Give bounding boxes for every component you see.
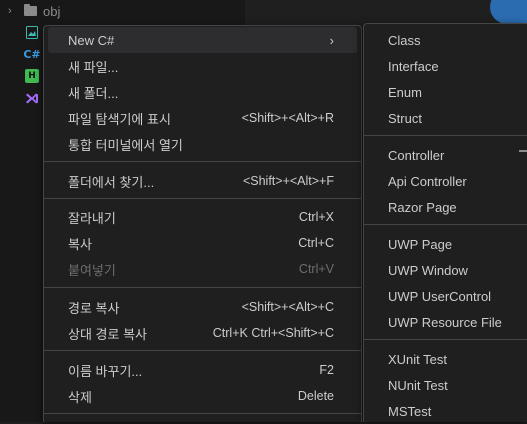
menu-item-reveal-in-explorer[interactable]: 파일 탐색기에 표시 <Shift>+<Alt>+R (48, 105, 357, 131)
shortcut-label: <Shift>+<Alt>+C (241, 300, 334, 314)
menu-separator (44, 161, 361, 162)
menu-separator (44, 198, 361, 199)
menu-item-label: 새 폴더... (68, 85, 119, 101)
menu-item-rename[interactable]: 이름 바꾸기... F2 (48, 357, 357, 383)
menu-separator (44, 350, 361, 351)
submenu-item-controller[interactable]: Controller (388, 142, 444, 168)
submenu-item-mstest[interactable]: MSTest (388, 398, 431, 424)
menu-item-label: 삭제 (68, 389, 92, 405)
shortcut-label: Ctrl+C (298, 236, 334, 250)
menu-item-label: 복사 (68, 236, 92, 252)
submenu-item-enum[interactable]: Enum (388, 79, 422, 105)
submenu-item-nunit-test[interactable]: NUnit Test (388, 372, 448, 398)
menu-item-label: 이름 바꾸기... (68, 363, 143, 379)
shortcut-label: Ctrl+V (298, 262, 334, 276)
context-menu: New C# › 새 파일... 새 폴더... 파일 탐색기에 표시 <Shi… (43, 25, 362, 422)
menu-item-find-in-folder[interactable]: 폴더에서 찾기... <Shift>+<Alt>+F (48, 168, 357, 194)
menu-item-copy[interactable]: 복사 Ctrl+C (48, 230, 357, 256)
menu-item-copy-path[interactable]: 경로 복사 <Shift>+<Alt>+C (48, 294, 357, 320)
shortcut-label: Ctrl+K Ctrl+<Shift>+C (212, 326, 334, 340)
folder-icon (24, 4, 37, 16)
menu-item-label: 폴더에서 찾기... (68, 174, 155, 190)
submenu-item-razor-page[interactable]: Razor Page (388, 194, 457, 220)
submenu-item-struct[interactable]: Struct (388, 105, 422, 131)
menu-item-label: 파일 탐색기에 표시 (68, 111, 171, 127)
submenu-item-api-controller[interactable]: Api Controller (388, 168, 467, 194)
shortcut-label: Delete (297, 389, 334, 403)
menu-item-label: 통합 터미널에서 열기 (68, 137, 183, 153)
menu-separator (364, 339, 527, 340)
menu-item-label: New C# (68, 32, 115, 48)
tree-item-label: obj (43, 3, 61, 19)
chevron-right-icon: › (329, 32, 334, 48)
visual-studio-icon[interactable] (25, 91, 39, 105)
menu-item-cut[interactable]: 잘라내기 Ctrl+X (48, 204, 357, 230)
menu-item-label: 잘라내기 (68, 210, 116, 226)
submenu-new-csharp: Class Interface Enum Struct Controller A… (363, 23, 527, 422)
submenu-item-uwp-page[interactable]: UWP Page (388, 231, 452, 257)
submenu-item-xunit-test[interactable]: XUnit Test (388, 346, 447, 372)
menu-item-new-csharp[interactable]: New C# › (48, 27, 357, 53)
menu-item-new-file[interactable]: 새 파일... (48, 53, 357, 79)
scrollbar-tick (519, 150, 527, 152)
menu-item-paste: 붙여넣기 Ctrl+V (48, 256, 357, 282)
menu-item-label: 상대 경로 복사 (68, 326, 147, 342)
submenu-item-class[interactable]: Class (388, 27, 421, 53)
shortcut-label: <Shift>+<Alt>+R (241, 111, 334, 125)
submenu-item-uwp-usercontrol[interactable]: UWP UserControl (388, 283, 491, 309)
account-avatar[interactable] (490, 0, 527, 24)
submenu-item-interface[interactable]: Interface (388, 53, 439, 79)
chevron-right-icon: › (8, 5, 12, 17)
image-file-icon[interactable] (25, 25, 39, 39)
menu-separator (364, 135, 527, 136)
menu-item-new-folder[interactable]: 새 폴더... (48, 79, 357, 105)
submenu-item-uwp-window[interactable]: UWP Window (388, 257, 468, 283)
csharp-file-icon[interactable]: C# (23, 47, 40, 61)
menu-item-delete[interactable]: 삭제 Delete (48, 383, 357, 409)
shortcut-label: F2 (319, 363, 334, 377)
menu-item-copy-relative-path[interactable]: 상대 경로 복사 Ctrl+K Ctrl+<Shift>+C (48, 320, 357, 346)
tree-item-obj[interactable]: › obj (8, 0, 60, 22)
menu-item-label: 새 파일... (68, 59, 119, 75)
menu-item-open-in-terminal[interactable]: 통합 터미널에서 열기 (48, 131, 357, 157)
h-file-icon[interactable]: H (25, 69, 39, 83)
shortcut-label: <Shift>+<Alt>+F (242, 174, 334, 188)
menu-separator (44, 413, 361, 414)
menu-separator (44, 287, 361, 288)
menu-separator (364, 224, 527, 225)
submenu-item-uwp-resource-file[interactable]: UWP Resource File (388, 309, 502, 335)
shortcut-label: Ctrl+X (298, 210, 334, 224)
menu-item-label: 경로 복사 (68, 300, 120, 316)
menu-item-label: 붙여넣기 (68, 262, 116, 278)
